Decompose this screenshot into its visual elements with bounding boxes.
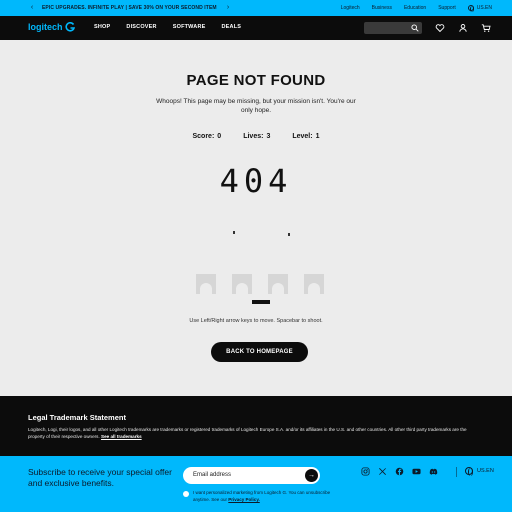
brand-name: logitech <box>28 22 63 32</box>
chevron-right-icon[interactable]: › <box>224 4 232 12</box>
level-label: Level: <box>292 133 313 140</box>
player-ship <box>252 300 270 304</box>
locale-selector[interactable]: US.EN <box>467 5 492 12</box>
promo-bar: ‹ EPIC UPGRADES. INFINITE PLAY | SAVE 30… <box>0 0 512 16</box>
nav-item-discover[interactable]: DISCOVER <box>126 24 156 30</box>
social-links <box>361 467 438 476</box>
search-icon[interactable] <box>411 24 419 32</box>
legal-body: Logitech, Logi, their logos, and all oth… <box>28 427 467 439</box>
shield-bunker <box>304 274 324 294</box>
score-label: Score: <box>192 133 215 140</box>
utility-link-business[interactable]: Business <box>372 5 392 11</box>
level-stat: Level: 1 <box>292 133 319 140</box>
score-value: 0 <box>217 133 222 140</box>
nav-item-software[interactable]: SOFTWARE <box>173 24 206 30</box>
promo-message[interactable]: EPIC UPGRADES. INFINITE PLAY | SAVE 30% … <box>42 5 217 11</box>
utility-link-education[interactable]: Education <box>404 5 426 11</box>
page-subtitle: Whoops! This page may be missing, but yo… <box>156 98 356 114</box>
shield-bunker <box>232 274 252 294</box>
game-stats: Score: 0 Lives: 3 Level: 1 <box>0 133 512 140</box>
instagram-icon[interactable] <box>361 467 370 476</box>
shield-bunker <box>268 274 288 294</box>
utility-links: Logitech Business Education Support US.E… <box>341 5 492 12</box>
back-to-homepage-button[interactable]: BACK TO HOMEPAGE <box>211 342 308 362</box>
trademarks-link[interactable]: See all trademarks <box>101 434 142 439</box>
facebook-icon[interactable] <box>395 467 404 476</box>
nav-item-shop[interactable]: SHOP <box>94 24 110 30</box>
not-found-section: PAGE NOT FOUND Whoops! This page may be … <box>0 40 512 396</box>
discord-icon[interactable] <box>429 467 438 476</box>
footer-locale-selector[interactable]: US.EN <box>465 467 494 476</box>
level-value: 1 <box>315 133 320 140</box>
utility-link-support[interactable]: Support <box>438 5 456 11</box>
logitech-g-icon <box>64 22 75 32</box>
lives-value: 3 <box>266 133 271 140</box>
game-instructions: Use Left/Right arrow keys to move. Space… <box>189 318 323 324</box>
utility-link-logitech[interactable]: Logitech <box>341 5 360 11</box>
legal-text: Logitech, Logi, their logos, and all oth… <box>28 426 478 440</box>
user-icon[interactable] <box>458 23 468 33</box>
cart-icon[interactable] <box>481 23 491 33</box>
score-stat: Score: 0 <box>193 133 222 140</box>
footer-divider <box>456 467 457 477</box>
legal-section: Legal Trademark Statement Logitech, Logi… <box>0 396 512 456</box>
logitech-logo[interactable]: logitech <box>28 22 75 32</box>
consent-text: I want personalized marketing from Logit… <box>193 490 333 503</box>
subscribe-heading: Subscribe to receive your special offer … <box>28 467 172 488</box>
locale-label: US.EN <box>476 5 492 11</box>
shield-bunker <box>196 274 216 294</box>
arrow-right-icon[interactable]: → <box>305 469 318 482</box>
consent-checkbox[interactable] <box>183 491 189 497</box>
globe-icon <box>465 467 473 476</box>
lives-stat: Lives: 3 <box>243 133 270 140</box>
heart-icon[interactable] <box>435 23 445 33</box>
consent-body: I want personalized marketing from Logit… <box>193 490 331 502</box>
globe-icon <box>467 5 475 12</box>
enemy-bullet <box>233 231 235 234</box>
chevron-left-icon[interactable]: ‹ <box>28 4 36 12</box>
legal-title: Legal Trademark Statement <box>28 413 126 422</box>
privacy-link[interactable]: Privacy Policy. <box>228 497 259 502</box>
email-placeholder: Email address <box>193 472 232 478</box>
lives-label: Lives: <box>243 133 264 140</box>
search-input[interactable] <box>364 22 422 34</box>
footer: Subscribe to receive your special offer … <box>0 456 512 512</box>
email-field[interactable]: Email address → <box>183 467 320 484</box>
x-icon[interactable] <box>378 467 387 476</box>
enemy-bullet <box>288 233 290 236</box>
page-title: PAGE NOT FOUND <box>186 72 326 89</box>
nav-item-deals[interactable]: DEALS <box>222 24 242 30</box>
youtube-icon[interactable] <box>412 467 421 476</box>
main-nav: logitech SHOP DISCOVER SOFTWARE DEALS <box>0 16 512 40</box>
nav-menu: SHOP DISCOVER SOFTWARE DEALS <box>94 24 241 30</box>
error-code-invaders: 404 <box>219 162 293 200</box>
footer-locale-label: US.EN <box>477 468 494 474</box>
